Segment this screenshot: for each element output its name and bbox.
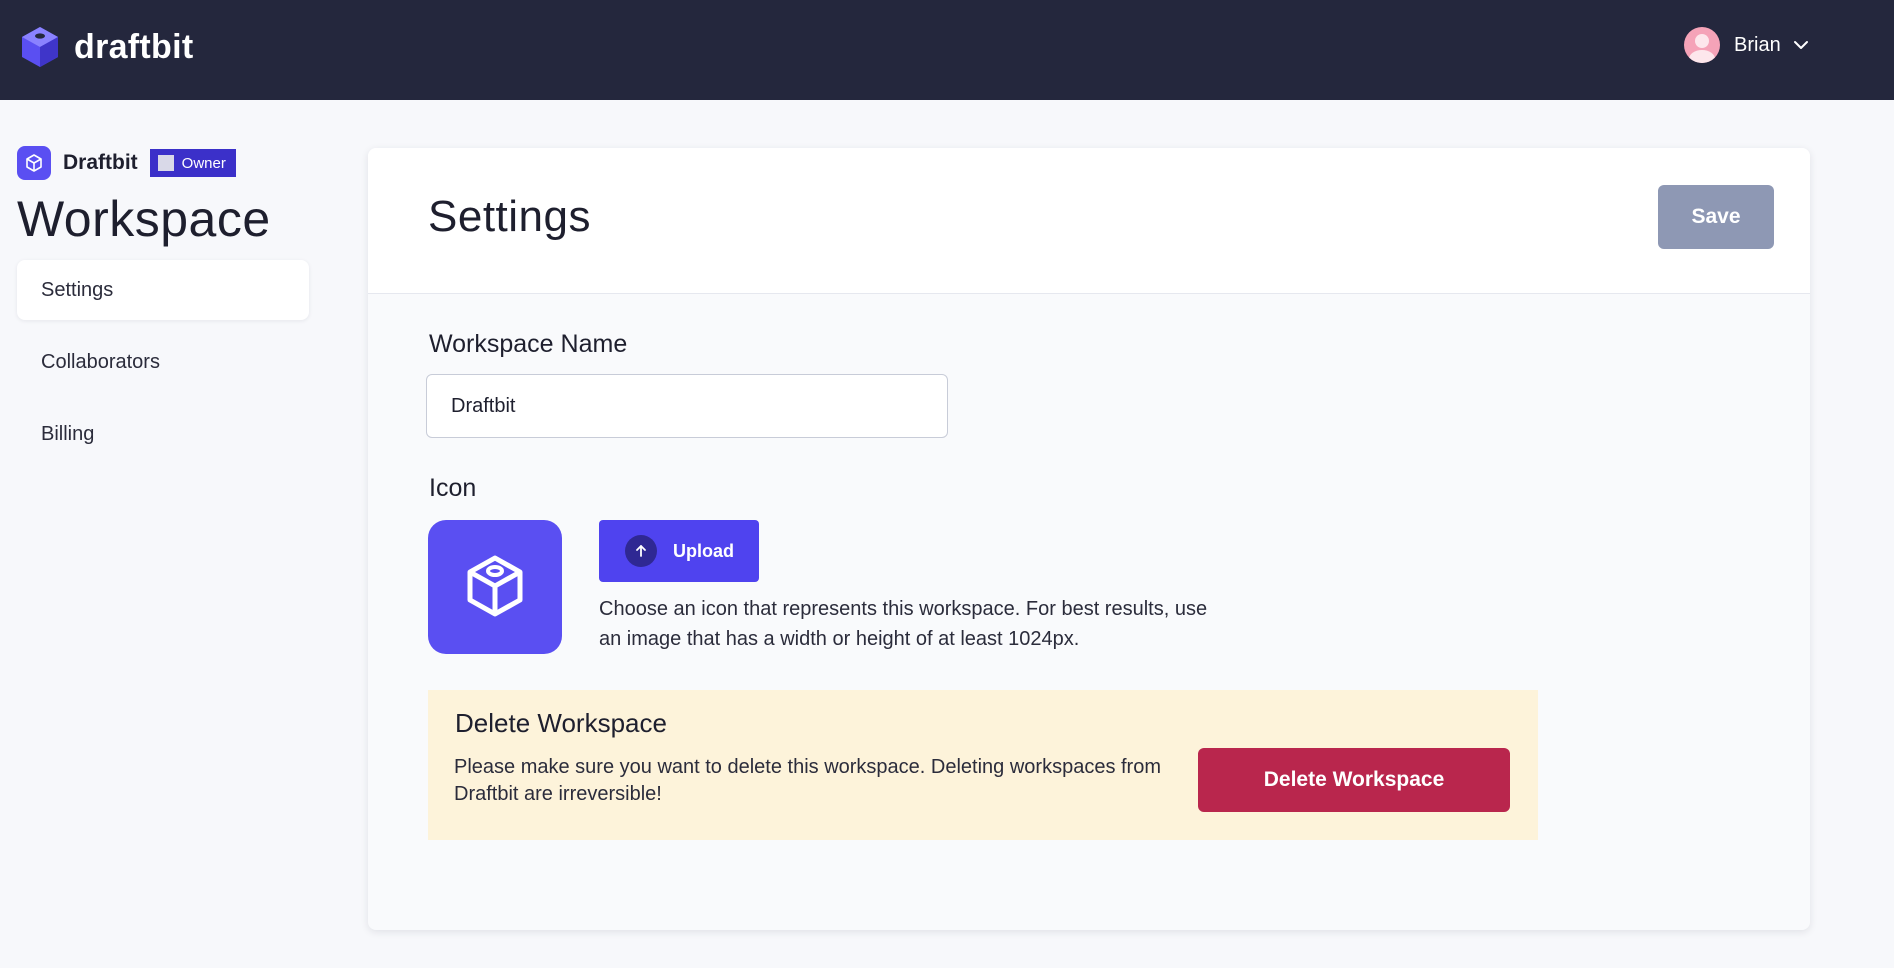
user-name: Brian: [1734, 33, 1781, 56]
workspace-name-label: Workspace Name: [429, 330, 628, 358]
panel-header: Settings Save: [368, 148, 1810, 294]
cube-logo-icon: [22, 27, 58, 67]
cube-icon: [26, 154, 42, 172]
cube-icon: [467, 555, 523, 617]
delete-section-title: Delete Workspace: [455, 708, 667, 738]
settings-panel: Settings Save Workspace Name Icon Upload…: [368, 148, 1810, 930]
brand-name: draftbit: [74, 27, 194, 66]
sidebar-nav: Settings Collaborators Billing: [17, 260, 309, 464]
workspace-name: Draftbit: [63, 151, 138, 174]
icon-label: Icon: [429, 474, 477, 502]
sidebar-title: Workspace: [17, 191, 271, 247]
sidebar-item-billing[interactable]: Billing: [17, 404, 309, 464]
upload-button-label: Upload: [673, 540, 734, 561]
sidebar-item-label: Billing: [41, 422, 95, 445]
delete-section-text: Please make sure you want to delete this…: [454, 756, 1162, 805]
arrow-up-icon: [625, 535, 657, 567]
workspace-icon-preview: [428, 520, 562, 654]
role-badge: Owner: [149, 149, 236, 177]
delete-workspace-button[interactable]: Delete Workspace: [1198, 748, 1510, 812]
sidebar-item-label: Settings: [41, 278, 114, 301]
workspace-avatar: [17, 146, 51, 180]
user-avatar-icon: [1684, 27, 1720, 63]
delete-workspace-section: Delete Workspace Please make sure you wa…: [428, 690, 1538, 840]
brand-logo[interactable]: draftbit: [18, 24, 194, 70]
role-badge-label: Owner: [181, 154, 226, 172]
chevron-down-icon: [1793, 41, 1808, 49]
icon-help-text: Choose an icon that represents this work…: [599, 598, 1208, 650]
workspace-name-input[interactable]: [426, 374, 948, 438]
sidebar-item-label: Collaborators: [41, 350, 160, 373]
workspace-header: Draftbit Owner: [17, 146, 309, 180]
sidebar: Draftbit Owner Workspace Settings Collab…: [17, 146, 309, 476]
page-title: Settings: [428, 192, 591, 241]
sidebar-item-settings[interactable]: Settings: [17, 260, 309, 320]
sidebar-item-collaborators[interactable]: Collaborators: [17, 332, 309, 392]
upload-button[interactable]: Upload: [599, 520, 759, 582]
user-menu[interactable]: Brian: [1684, 27, 1809, 63]
badge-square-icon: [157, 155, 174, 171]
top-navigation-bar: draftbit Brian: [0, 0, 1894, 100]
save-button[interactable]: Save: [1658, 185, 1774, 249]
